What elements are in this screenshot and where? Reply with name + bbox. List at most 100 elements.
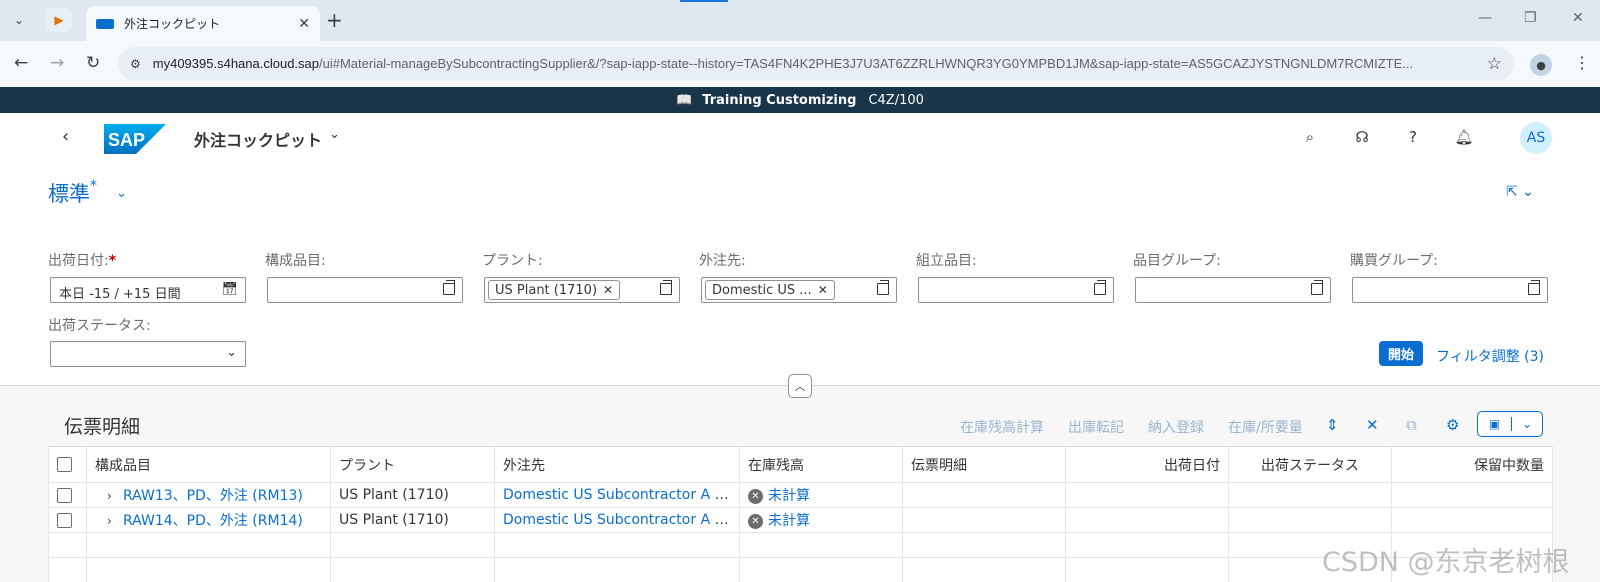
site-info-icon[interactable]: ⚙ [130,57,141,71]
row-checkbox[interactable] [57,512,72,528]
sort-icon[interactable]: ⇕ [1326,416,1339,434]
assembly-field[interactable] [918,277,1114,303]
variant-name: 標準 [48,182,90,206]
column-header[interactable]: 保留中数量 [1391,446,1553,483]
export-chevron-down-icon[interactable]: ⌄ [1512,417,1542,431]
browser-profile-icon[interactable]: ● [1530,54,1552,76]
value-help-icon[interactable] [1528,280,1540,295]
reload-icon[interactable]: ↻ [86,53,100,73]
restore-icon[interactable]: ❐ [1524,10,1537,26]
book-icon: 📖 [676,92,693,108]
value-help-icon[interactable] [1094,280,1106,295]
shell-back-icon[interactable]: ‹ [62,126,69,147]
search-icon[interactable]: ⌕ [1300,128,1320,146]
url-omnibox[interactable]: ⚙ my409395.s4hana.cloud.sap/ui#Material-… [118,47,1514,80]
browser-address-bar: ← → ↻ ⚙ my409395.s4hana.cloud.sap/ui#Mat… [0,41,1600,87]
table-title: 伝票明細 [64,416,141,438]
token-remove-icon[interactable]: ✕ [603,283,613,297]
subcontractor-field[interactable]: Domestic US ... ✕ [701,277,897,303]
copy-icon[interactable]: ⧉ [1406,416,1417,434]
app-title-chevron-down-icon[interactable]: ⌄ [329,127,340,142]
value-help-icon[interactable] [877,280,889,295]
adapt-filters-button[interactable]: フィルタ調整 (3) [1436,346,1544,366]
window-close-icon[interactable]: ✕ [1572,10,1584,26]
plant-field[interactable]: US Plant (1710) ✕ [484,277,680,303]
browser-menu-icon[interactable]: ⋮ [1574,53,1590,72]
value-help-icon[interactable] [660,280,672,295]
app-title[interactable]: 外注コックピット [194,127,322,151]
component-link[interactable]: RAW14、PD、外注 (RM14) [123,513,303,529]
calc-stock-button[interactable]: 在庫残高計算 [960,417,1044,437]
component-field[interactable] [267,277,463,303]
collapse-header-button[interactable]: ︿ [788,374,812,398]
column-header[interactable]: 在庫残高 [739,446,903,483]
forward-arrow-icon[interactable]: → [50,53,64,73]
select-all-cell[interactable] [48,446,87,483]
pinned-tab-play-icon[interactable]: ▶ [46,8,72,32]
row-select-cell[interactable] [48,482,87,508]
minimize-icon[interactable]: — [1478,10,1492,26]
sap-logo[interactable]: SAP [104,124,166,154]
column-header[interactable]: 伝票明細 [902,446,1066,483]
column-header[interactable]: 出荷日付 [1065,446,1229,483]
subcontractor-token[interactable]: Domestic US ... ✕ [705,280,835,300]
user-avatar[interactable]: AS [1520,122,1552,154]
share-icon[interactable]: ⇱ ⌄ [1506,184,1534,200]
expand-row-icon[interactable]: › [95,514,123,528]
error-circle-icon: ✕ [748,513,763,529]
subcontractor-cell: Domestic US Subcontractor A (173... [494,507,740,533]
row-select-cell[interactable] [48,507,87,533]
collapse-all-icon[interactable]: ✕ [1366,416,1379,434]
stock-cell: ✕ 未計算 [739,482,903,508]
go-button[interactable]: 開始 [1379,341,1423,366]
subcontractor-link[interactable]: Domestic US Subcontractor A (173... [503,487,739,503]
browser-tab-active[interactable]: 外注コックピット ✕ [86,6,320,41]
tab-close-icon[interactable]: ✕ [298,16,310,32]
shipping-date-field[interactable]: 本日 -15 / +15 日間 📅︎ [50,277,246,303]
component-link[interactable]: RAW13、PD、外注 (RM13) [123,488,303,504]
column-header[interactable]: 出荷ステータス [1228,446,1392,483]
table-row[interactable]: › RAW14、PD、外注 (RM14) US Plant (1710) Dome… [48,507,1553,533]
headset-icon[interactable]: ☊ [1352,128,1372,146]
shell-bar: ‹ SAP 外注コックピット ⌄ ⌕ ☊ ? 🔔︎ AS [0,113,1600,165]
subcontractor-link[interactable]: Domestic US Subcontractor A (173... [503,512,739,528]
column-header[interactable]: 構成品目 [86,446,331,483]
expand-row-icon[interactable]: › [95,489,123,503]
row-checkbox[interactable] [57,487,72,503]
plant-token[interactable]: US Plant (1710) ✕ [488,280,621,300]
variant-title[interactable]: 標準* [48,178,97,208]
variant-chevron-down-icon[interactable]: ⌄ [116,186,127,201]
stock-requirements-button[interactable]: 在庫/所要量 [1228,417,1303,437]
token-remove-icon[interactable]: ✕ [818,283,828,297]
bell-icon[interactable]: 🔔︎ [1454,128,1474,146]
settings-gear-icon[interactable]: ⚙ [1446,416,1459,434]
purchasing-group-field[interactable] [1352,277,1548,303]
column-header[interactable]: プラント [330,446,495,483]
url-text[interactable]: my409395.s4hana.cloud.sap/ui#Material-ma… [153,56,1477,71]
tab-indicator [680,0,728,2]
export-button[interactable]: ▣ ⌄ [1477,411,1543,437]
select-all-checkbox[interactable] [57,457,72,472]
column-header[interactable]: 外注先 [494,446,740,483]
export-icon[interactable]: ▣ [1478,417,1512,431]
value-help-icon[interactable] [443,280,455,295]
back-arrow-icon[interactable]: ← [14,53,28,73]
stock-status-link[interactable]: 未計算 [768,513,810,529]
shipping-status-cell [1228,507,1392,533]
table-row[interactable]: › RAW13、PD、外注 (RM13) US Plant (1710) Dome… [48,482,1553,508]
tab-search-chevron-icon[interactable]: ⌄ [6,8,32,32]
stock-status-link[interactable]: 未計算 [768,488,810,504]
subcontractor-cell: Domestic US Subcontractor A (173... [494,482,740,508]
shipping-status-select[interactable]: ⌄ [50,341,246,367]
document-item-cell [902,482,1066,508]
help-icon[interactable]: ? [1403,128,1423,146]
calendar-icon[interactable]: 📅︎ [221,282,238,297]
bookmark-star-icon[interactable]: ☆ [1487,54,1502,74]
material-group-field[interactable] [1135,277,1331,303]
value-help-icon[interactable] [1311,280,1323,295]
new-tab-button[interactable]: + [326,8,343,32]
record-delivery-button[interactable]: 納入登録 [1148,417,1204,437]
post-goods-issue-button[interactable]: 出庫転記 [1068,417,1124,437]
chevron-down-icon[interactable]: ⌄ [226,345,237,360]
tab-title: 外注コックピット [124,17,221,31]
